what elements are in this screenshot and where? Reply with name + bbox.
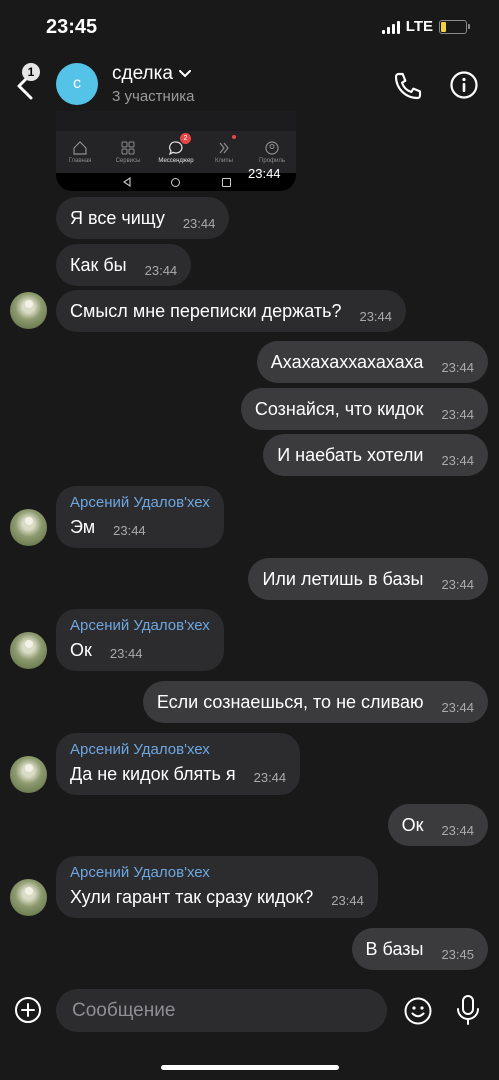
chat-title-button[interactable]: сделка [112,63,191,85]
nav-label: Сервисы [115,158,141,164]
message-time: 23:44 [331,893,364,908]
attach-button[interactable] [14,996,42,1024]
message-incoming[interactable]: Смысл мне переписки держать? 23:44 [56,290,407,332]
nav-item-messenger: 2 Мессенджер [152,131,200,173]
profile-icon [265,141,279,155]
nav-item-home: Главная [56,131,104,173]
unread-badge: 1 [22,63,40,81]
clips-dot [232,135,236,139]
message-time: 23:44 [113,523,146,538]
chat-title: сделка [112,63,173,84]
message-text: Если сознаешься, то не сливаю [156,691,424,712]
message-text: И наебать хотели [277,444,424,465]
message-outgoing[interactable]: Ахахахаххахахаха 23:44 [256,341,488,383]
nav-label: Клипы [215,158,233,164]
nav-item-services: Сервисы [104,131,152,173]
info-icon [450,71,478,99]
message-text: Сознайся, что кидок [254,398,424,419]
services-icon [121,141,135,155]
message-time: 23:44 [359,308,393,324]
message-text: Ок [401,814,424,835]
message-text: В базы [365,938,424,959]
message-time: 23:44 [441,699,474,715]
home-icon [73,141,87,155]
sender-avatar[interactable] [10,632,47,669]
sender-name[interactable]: Арсений Удалов'хех [70,617,210,634]
plus-icon [15,997,41,1023]
microphone-icon [457,995,479,1025]
message-time: 23:44 [144,262,178,278]
nav-label: Профиль [259,158,285,164]
voice-button[interactable] [454,994,482,1026]
phone-icon [394,72,422,100]
status-indicators: LTE [381,18,470,35]
smile-icon [404,997,432,1025]
sender-avatar[interactable] [10,292,47,329]
chevron-down-icon [178,70,191,78]
message-incoming[interactable]: Арсений Удалов'хех Да не кидок блять я 2… [56,733,301,795]
clips-icon [219,142,229,154]
home-indicator [161,1065,339,1070]
message-outgoing[interactable]: Если сознаешься, то не сливаю 23:44 [142,681,488,723]
message-text: Как бы [70,254,127,275]
message-composer[interactable] [56,989,387,1032]
message-incoming[interactable]: Арсений Удалов'хех Эм 23:44 [56,486,224,548]
message-text: Я все чищу [70,207,165,228]
attachment-top-strip [56,111,296,131]
call-button[interactable] [392,70,424,102]
message-time: 23:45 [441,946,474,962]
message-incoming[interactable]: Я все чищу 23:44 [56,197,230,239]
emoji-button[interactable] [403,996,433,1026]
chat-subtitle: 3 участника [112,88,195,105]
message-outgoing[interactable]: В базы 23:45 [351,928,488,970]
message-text: Смысл мне переписки держать? [70,300,342,321]
signal-icon [381,20,400,34]
circle-home-icon [171,178,180,187]
square-recent-icon [222,178,231,187]
nav-label: Мессенджер [158,158,194,164]
message-text: Эм [70,517,96,537]
message-text: Или летишь в базы [262,568,424,589]
message-time: 23:44 [441,822,474,838]
info-button[interactable] [449,70,479,100]
message-outgoing[interactable]: Ок 23:44 [387,804,488,846]
message-text: Ахахахаххахахаха [270,351,424,372]
nav-item-clips: Клипы [200,131,248,173]
message-outgoing[interactable]: Сознайся, что кидок 23:44 [240,388,488,430]
message-outgoing[interactable]: Или летишь в базы 23:44 [248,558,488,600]
sender-avatar[interactable] [10,879,47,916]
message-input[interactable] [70,998,387,1023]
network-label: LTE [405,18,433,35]
sender-name[interactable]: Арсений Удалов'хех [70,864,364,881]
message-text: Хули гарант так сразу кидок? [70,887,314,907]
message-time: 23:44 [253,770,287,785]
message-incoming[interactable]: Арсений Удалов'хех Хули гарант так сразу… [56,856,378,918]
message-time: 23:44 [182,215,216,231]
sender-avatar[interactable] [10,756,47,793]
chat-avatar[interactable]: с [56,63,98,105]
message-time: 23:44 [441,576,474,592]
battery-icon [439,19,470,34]
nav-label: Главная [68,158,92,164]
message-text: Да не кидок блять я [70,764,236,784]
message-time: 23:44 [441,359,474,375]
messenger-badge: 2 [180,133,191,144]
message-incoming[interactable]: Арсений Удалов'хех Ок 23:44 [56,609,224,671]
message-time: 23:44 [441,406,474,422]
sender-avatar[interactable] [10,509,47,546]
sender-name[interactable]: Арсений Удалов'хех [70,494,210,511]
message-time: 23:44 [441,452,474,468]
message-time: 23:44 [109,646,143,661]
status-time: 23:45 [46,16,98,38]
message-text: Ок [70,640,92,660]
attachment-time: 23:44 [248,166,281,181]
sender-name[interactable]: Арсений Удалов'хех [70,741,286,758]
message-incoming[interactable]: Как бы 23:44 [56,244,192,286]
message-outgoing[interactable]: И наебать хотели 23:44 [263,434,488,476]
triangle-back-icon [123,177,131,187]
